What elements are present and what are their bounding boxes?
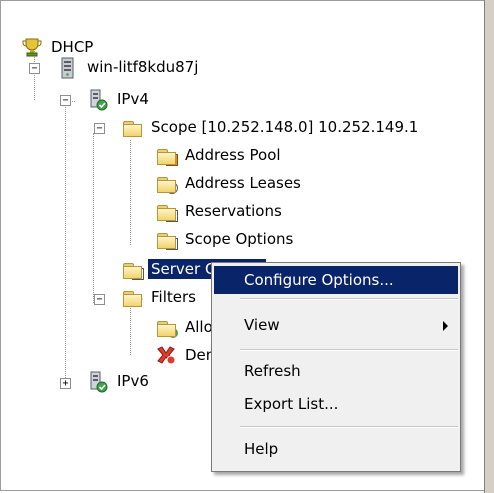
menu-separator	[240, 349, 458, 351]
green-check-icon: ✓	[156, 317, 178, 338]
tree-label: Scope [10.252.148.0] 10.252.149.1	[151, 118, 419, 136]
tree-label: Reservations	[185, 202, 282, 220]
tree-node-ipv4[interactable]: IPv4	[88, 86, 152, 112]
tree-node-scope[interactable]: Scope [10.252.148.0] 10.252.149.1	[122, 114, 421, 140]
menu-item-label: Export List...	[244, 395, 339, 413]
expand-toggle[interactable]: +	[60, 378, 71, 389]
tree-connector	[130, 140, 131, 245]
collapse-toggle[interactable]: −	[60, 95, 71, 106]
dhcp-trophy-icon	[22, 37, 42, 57]
folder-icon	[122, 117, 142, 137]
menu-separator	[240, 298, 458, 300]
filter-icon: ▼	[122, 287, 143, 308]
menu-item-refresh[interactable]: Refresh	[214, 357, 458, 385]
collapse-toggle[interactable]: −	[94, 123, 105, 134]
submenu-arrow-icon	[443, 321, 448, 331]
network-check-icon	[88, 371, 108, 393]
menu-item-label: View	[244, 316, 280, 334]
scope-options-icon: ▤	[156, 229, 178, 250]
menu-item-view[interactable]: View	[214, 311, 458, 339]
tree-connector	[93, 133, 94, 303]
tree-node-address-leases[interactable]: ◷ Address Leases	[156, 170, 304, 196]
reservations-icon: ▦	[156, 201, 178, 222]
menu-item-label: Refresh	[244, 362, 301, 380]
address-leases-icon: ◷	[156, 173, 178, 194]
tree-label: Address Leases	[185, 174, 301, 192]
tree-label: IPv4	[117, 90, 149, 108]
collapse-toggle[interactable]: −	[94, 294, 105, 305]
menu-item-export-list[interactable]: Export List...	[214, 390, 458, 418]
tree-connector	[65, 102, 66, 382]
menu-item-label: Configure Options...	[244, 271, 394, 289]
tree-label: Filters	[151, 288, 196, 306]
context-menu: Configure Options... View Refresh Export…	[211, 262, 461, 472]
red-x-icon	[156, 345, 176, 365]
collapse-toggle[interactable]: −	[29, 63, 40, 74]
tree-node-ipv6[interactable]: IPv6	[88, 368, 152, 394]
pane-scrollbar[interactable]	[484, 0, 494, 493]
tree-label: win-litf8kdu87j	[87, 58, 199, 76]
tree-node-address-pool[interactable]: Address Pool	[156, 142, 284, 168]
tree-node-server[interactable]: win-litf8kdu87j	[58, 54, 201, 80]
tree-node-scope-options[interactable]: ▤ Scope Options	[156, 226, 296, 252]
tree-label: IPv6	[117, 372, 149, 390]
menu-item-label: Help	[244, 440, 279, 458]
server-options-icon: ▤	[122, 259, 144, 280]
address-pool-icon	[156, 145, 178, 166]
menu-item-configure-options[interactable]: Configure Options...	[214, 266, 458, 294]
menu-separator	[240, 426, 458, 428]
network-check-icon	[88, 89, 108, 111]
tree-label: Scope Options	[185, 230, 294, 248]
server-tower-icon	[58, 57, 78, 79]
tree-node-reservations[interactable]: ▦ Reservations	[156, 198, 285, 224]
tree-label: Address Pool	[185, 146, 281, 164]
tree-node-filters[interactable]: ▼ Filters	[122, 284, 199, 310]
menu-item-help[interactable]: Help	[214, 435, 458, 463]
tree-connector	[130, 305, 131, 355]
